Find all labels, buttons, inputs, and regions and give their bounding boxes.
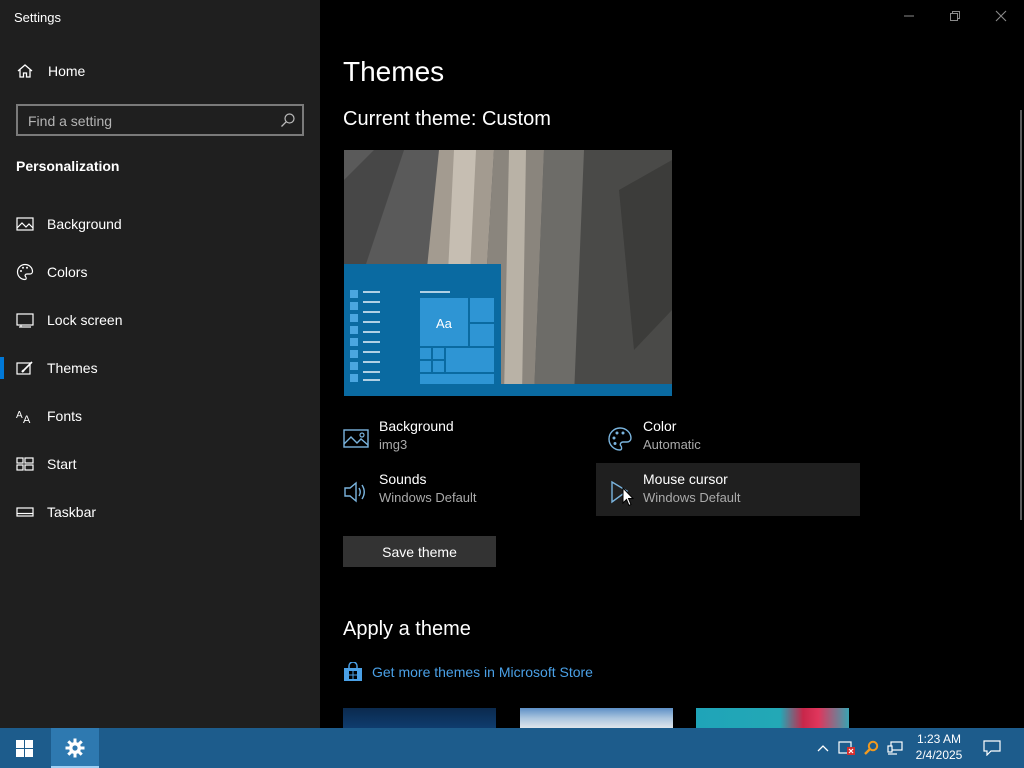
close-button[interactable] [978, 0, 1024, 32]
property-label: Color [643, 418, 677, 434]
sidebar: Settings Home Personalization Background… [0, 0, 320, 728]
chevron-up-icon [817, 745, 829, 752]
restore-icon [950, 11, 960, 21]
home-nav-item[interactable]: Home [16, 62, 85, 80]
gear-icon [65, 738, 85, 758]
network-icon [887, 741, 903, 755]
preview-wallpaper [344, 150, 672, 396]
nav-label: Start [47, 456, 77, 472]
window-title: Settings [14, 10, 61, 25]
property-value: img3 [379, 437, 408, 452]
nav-label: Colors [47, 264, 88, 280]
nav-item-background[interactable]: Background [0, 200, 320, 248]
clock-date: 2/4/2025 [915, 748, 963, 762]
windows-logo-icon [15, 739, 33, 757]
property-label: Background [379, 418, 454, 434]
nav-item-colors[interactable]: Colors [0, 248, 320, 296]
nav-label: Themes [47, 360, 98, 376]
start-button[interactable] [0, 728, 48, 768]
font-icon: AA [16, 407, 34, 425]
current-theme-title: Current theme: Custom [343, 108, 551, 130]
home-icon [17, 64, 33, 78]
nav-item-themes[interactable]: Themes [0, 344, 320, 392]
page-title: Themes [343, 56, 445, 87]
nav-item-lock-screen[interactable]: Lock screen [0, 296, 320, 344]
active-indicator [0, 357, 4, 379]
tray-search-icon-button[interactable] [860, 728, 882, 768]
action-center-button[interactable] [978, 728, 1006, 768]
nav-item-fonts[interactable]: AA Fonts [0, 392, 320, 440]
nav-item-taskbar[interactable]: Taskbar [0, 488, 320, 536]
store-link[interactable]: Get more themes in Microsoft Store [343, 662, 593, 682]
lock-screen-icon [16, 311, 34, 329]
nav-label: Lock screen [47, 312, 123, 328]
palette-icon [16, 263, 34, 281]
property-label: Mouse cursor [643, 471, 728, 487]
property-value: Windows Default [643, 490, 741, 505]
property-value: Windows Default [379, 490, 477, 505]
palette-icon [608, 427, 632, 451]
search-box[interactable] [16, 104, 304, 136]
store-link-label: Get more themes in Microsoft Store [372, 664, 593, 680]
nav-item-start[interactable]: Start [0, 440, 320, 488]
preview-tile-text: Aa [436, 316, 452, 331]
clock-time: 1:23 AM [916, 732, 962, 746]
taskbar-icon [16, 503, 34, 521]
theme-thumbnail-flowers[interactable] [696, 708, 849, 728]
scrollbar[interactable] [1020, 110, 1022, 520]
taskbar-settings-app[interactable] [51, 728, 99, 768]
show-hidden-icons-button[interactable] [812, 728, 834, 768]
section-title: Personalization [16, 158, 120, 174]
start-icon [16, 455, 34, 473]
minimize-button[interactable] [886, 0, 932, 32]
close-icon [995, 10, 1007, 22]
theme-thumbnail-sky[interactable] [520, 708, 673, 728]
store-icon [344, 662, 362, 681]
apply-theme-title: Apply a theme [343, 618, 471, 640]
theme-preview: Aa [344, 150, 672, 396]
nav-list: Background Colors Lock screen Themes AA [0, 200, 320, 536]
svg-text:A: A [16, 410, 23, 421]
notification-icon [983, 740, 1001, 756]
tray-network-icon-button[interactable] [884, 728, 906, 768]
search-input[interactable] [18, 106, 280, 136]
theme-background-setting[interactable]: Background img3 [343, 418, 454, 452]
nav-label: Taskbar [47, 504, 97, 520]
property-label: Sounds [379, 471, 427, 487]
nav-label: Background [47, 216, 122, 232]
svg-text:A: A [23, 414, 31, 424]
theme-sounds-setting[interactable]: Sounds Windows Default [343, 471, 477, 505]
home-label: Home [48, 63, 86, 79]
mouse-pointer-icon [622, 487, 634, 507]
nav-label: Fonts [47, 408, 83, 424]
restore-button[interactable] [932, 0, 978, 32]
speaker-icon [344, 481, 365, 503]
tray-security-icon-button[interactable] [836, 728, 858, 768]
magnifier-icon [864, 740, 879, 755]
minimize-icon [904, 15, 914, 17]
security-alert-icon [838, 741, 855, 755]
brush-icon [16, 359, 34, 377]
theme-color-setting[interactable]: Color Automatic [607, 418, 701, 452]
picture-icon [343, 429, 369, 448]
clock[interactable]: 1:23 AM 2/4/2025 [905, 731, 973, 763]
picture-icon [16, 215, 34, 233]
save-theme-button[interactable]: Save theme [343, 536, 496, 567]
search-icon[interactable] [280, 112, 296, 128]
theme-thumbnail-windows[interactable] [343, 708, 496, 728]
taskbar: 1:23 AM 2/4/2025 [0, 728, 1024, 768]
property-value: Automatic [643, 437, 701, 452]
theme-mouse-cursor-setting[interactable]: Mouse cursor Windows Default [596, 463, 860, 516]
